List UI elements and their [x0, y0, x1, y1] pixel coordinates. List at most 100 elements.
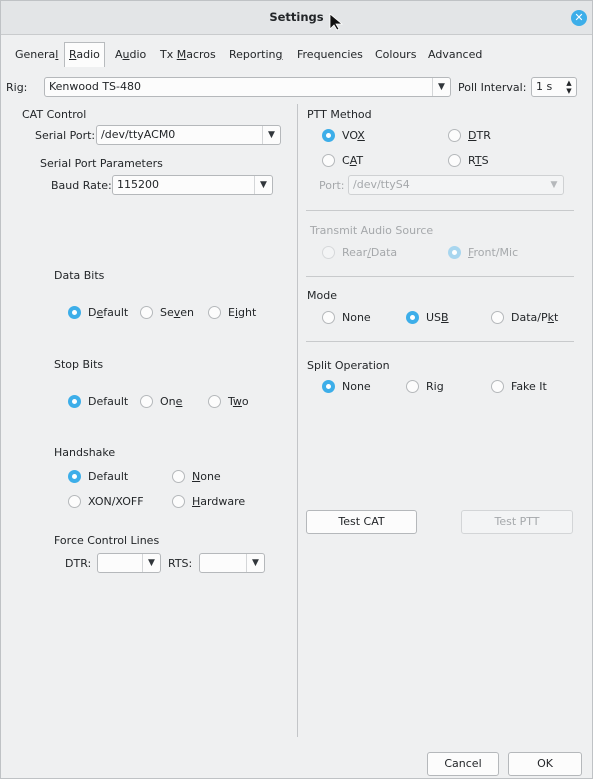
- tab-reporting[interactable]: Reporting: [225, 44, 286, 68]
- rig-label: Rig:: [6, 81, 28, 94]
- ptt-dtr-radio[interactable]: [448, 129, 461, 142]
- ptt-port-value: /dev/ttyS4: [353, 178, 410, 191]
- data-bits-seven-label: Seven: [160, 306, 195, 319]
- stop-bits-two-radio[interactable]: [208, 395, 221, 408]
- split-none-radio[interactable]: [322, 380, 335, 393]
- spin-down-icon[interactable]: ▼: [564, 87, 574, 95]
- mode-none-label: None: [342, 311, 371, 324]
- tab-advanced[interactable]: Advanced: [424, 44, 486, 68]
- data-bits-eight-label: Eight: [228, 306, 257, 319]
- separator: [306, 210, 574, 211]
- ptt-vox-label: VOX: [342, 129, 365, 142]
- handshake-xonxoff-radio[interactable]: [68, 495, 81, 508]
- tab-frequencies[interactable]: Frequencies: [293, 44, 367, 68]
- chevron-down-icon: ▼: [246, 554, 264, 572]
- stop-bits-one-label: One: [160, 395, 183, 408]
- mode-data-pkt-label: Data/Pkt: [511, 311, 559, 324]
- split-heading: Split Operation: [307, 359, 390, 372]
- tx-audio-front-radio[interactable]: [448, 246, 461, 259]
- tx-audio-front-label: Front/Mic: [468, 246, 519, 259]
- column-divider: [297, 104, 298, 737]
- baud-rate-value: 115200: [117, 178, 159, 191]
- data-bits-seven-radio[interactable]: [140, 306, 153, 319]
- stop-bits-default-label: Default: [88, 395, 129, 408]
- chevron-down-icon: ▼: [262, 126, 280, 144]
- mode-none-radio[interactable]: [322, 311, 335, 324]
- mode-usb-label: USB: [426, 311, 449, 324]
- poll-interval-spinbox[interactable]: 1 s ▲ ▼: [531, 77, 577, 97]
- split-fake-it-label: Fake It: [511, 380, 547, 393]
- tab-radio[interactable]: Radio: [64, 42, 105, 67]
- separator: [306, 276, 574, 277]
- split-fake-it-radio[interactable]: [491, 380, 504, 393]
- baud-rate-label: Baud Rate:: [51, 179, 112, 192]
- ptt-vox-radio[interactable]: [322, 129, 335, 142]
- dtr-label: DTR:: [65, 557, 92, 570]
- cancel-button[interactable]: Cancel: [427, 752, 499, 776]
- ptt-rts-radio[interactable]: [448, 154, 461, 167]
- handshake-hardware-label: Hardware: [192, 495, 246, 508]
- mode-heading: Mode: [307, 289, 337, 302]
- ptt-port-select[interactable]: /dev/ttyS4 ▼: [348, 175, 564, 195]
- split-none-label: None: [342, 380, 371, 393]
- rig-value: Kenwood TS-480: [49, 80, 142, 93]
- chevron-down-icon: ▼: [550, 180, 558, 190]
- serial-port-value: /dev/ttyACM0: [101, 128, 176, 141]
- tx-audio-rear-radio[interactable]: [322, 246, 335, 259]
- title-bar[interactable]: Settings ✕: [1, 1, 592, 35]
- ok-button[interactable]: OK: [508, 752, 582, 776]
- ptt-dtr-label: DTR: [468, 129, 491, 142]
- mouse-cursor-icon: [329, 13, 343, 31]
- serial-port-select[interactable]: /dev/ttyACM0 ▼: [96, 125, 281, 145]
- split-rig-label: Rig: [426, 380, 444, 393]
- tab-colours[interactable]: Colours: [371, 44, 420, 68]
- stop-bits-one-radio[interactable]: [140, 395, 153, 408]
- force-control-heading: Force Control Lines: [54, 534, 160, 547]
- handshake-none-radio[interactable]: [172, 470, 185, 483]
- close-icon[interactable]: ✕: [571, 10, 587, 26]
- handshake-heading: Handshake: [54, 446, 116, 459]
- tx-audio-heading: Transmit Audio Source: [310, 224, 434, 237]
- data-bits-heading: Data Bits: [54, 269, 105, 282]
- data-bits-default-radio[interactable]: [68, 306, 81, 319]
- cat-control-heading: CAT Control: [22, 108, 87, 121]
- chevron-down-icon: ▼: [432, 78, 450, 96]
- stop-bits-two-label: Two: [228, 395, 249, 408]
- settings-window: Settings ✕ General Radio Audio Tx Macros…: [0, 0, 593, 779]
- tab-general[interactable]: General: [11, 44, 62, 68]
- handshake-none-label: None: [192, 470, 221, 483]
- handshake-default-radio[interactable]: [68, 470, 81, 483]
- ptt-port-label: Port:: [319, 179, 345, 192]
- tab-audio[interactable]: Audio: [111, 44, 150, 68]
- split-rig-radio[interactable]: [406, 380, 419, 393]
- ptt-cat-radio[interactable]: [322, 154, 335, 167]
- test-ptt-button[interactable]: Test PTT: [461, 510, 573, 534]
- handshake-xonxoff-label: XON/XOFF: [88, 495, 144, 508]
- dtr-select[interactable]: ▼: [97, 553, 161, 573]
- ptt-method-heading: PTT Method: [307, 108, 372, 121]
- poll-interval-value: 1 s: [536, 80, 553, 93]
- baud-rate-select[interactable]: 115200 ▼: [112, 175, 273, 195]
- serial-params-heading: Serial Port Parameters: [40, 157, 163, 170]
- handshake-hardware-radio[interactable]: [172, 495, 185, 508]
- data-bits-eight-radio[interactable]: [208, 306, 221, 319]
- serial-port-label: Serial Port:: [35, 129, 96, 142]
- tx-audio-rear-label: Rear/Data: [342, 246, 398, 259]
- window-title: Settings: [269, 10, 324, 24]
- stop-bits-heading: Stop Bits: [54, 358, 104, 371]
- rts-select[interactable]: ▼: [199, 553, 265, 573]
- ptt-rts-label: RTS: [468, 154, 489, 167]
- data-bits-default-label: Default: [88, 306, 129, 319]
- poll-interval-label: Poll Interval:: [458, 81, 527, 94]
- tab-tx-macros[interactable]: Tx Macros: [156, 44, 220, 68]
- separator: [306, 341, 574, 342]
- stop-bits-default-radio[interactable]: [68, 395, 81, 408]
- spin-up-icon[interactable]: ▲: [564, 79, 574, 87]
- test-cat-button[interactable]: Test CAT: [306, 510, 417, 534]
- chevron-down-icon: ▼: [254, 176, 272, 194]
- ptt-cat-label: CAT: [342, 154, 364, 167]
- rig-select[interactable]: Kenwood TS-480 ▼: [44, 77, 451, 97]
- mode-data-pkt-radio[interactable]: [491, 311, 504, 324]
- handshake-default-label: Default: [88, 470, 129, 483]
- mode-usb-radio[interactable]: [406, 311, 419, 324]
